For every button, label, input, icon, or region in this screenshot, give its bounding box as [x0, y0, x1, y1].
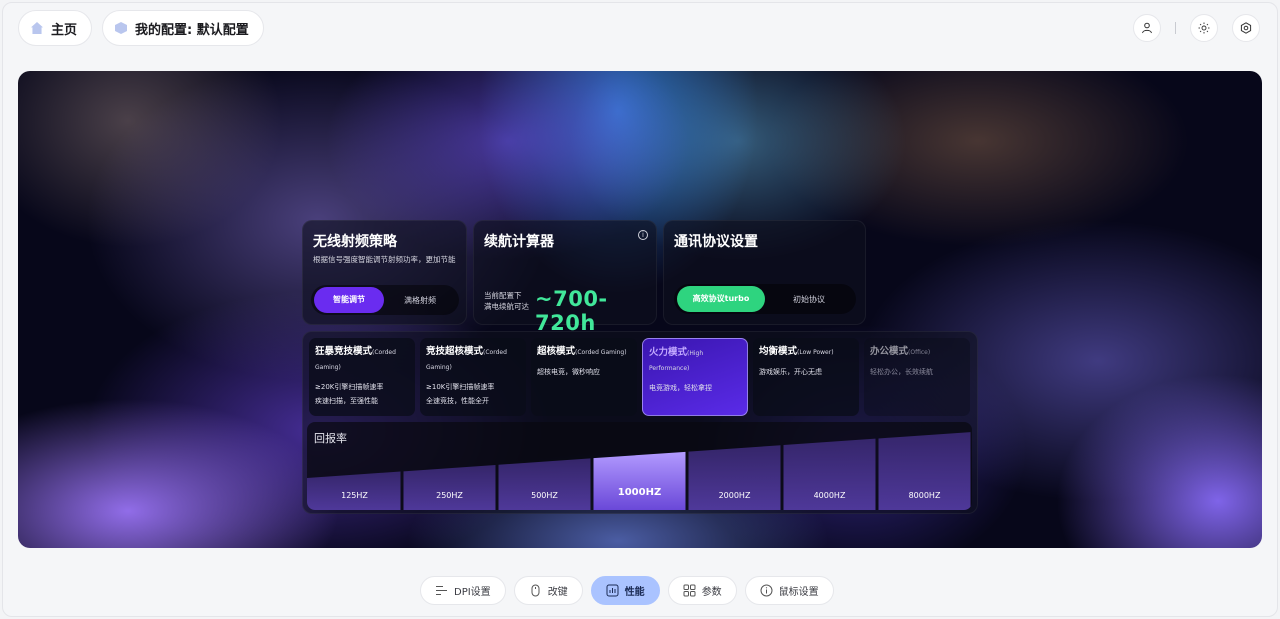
mode-title: 火力模式(High Performance) [649, 347, 704, 372]
protocol-panel: 通讯协议设置 高效协议turbo 初始协议 [663, 220, 866, 325]
rf-option-smart[interactable]: 智能调节 [314, 287, 384, 313]
battery-caption-line2: 满电续航可达 [484, 302, 529, 311]
nav-dpi[interactable]: DPI设置 [420, 576, 506, 605]
rate-option-8000[interactable]: 8000HZ [877, 491, 972, 500]
sun-icon [1198, 22, 1210, 34]
nav-keymap-label: 改键 [547, 587, 568, 598]
mode-card-balanced[interactable]: 均衡模式(Low Power) 游戏娱乐，开心无虑 [753, 338, 859, 416]
report-rate-panel: 回报率 125HZ 250HZ 500HZ 1000HZ 2000HZ 4000… [307, 422, 972, 510]
divider [1175, 22, 1176, 34]
rate-segment[interactable] [498, 458, 591, 510]
battery-calculator-panel: 续航计算器 i 当前配置下 满电续航可达 ~700-720h [473, 220, 657, 335]
mode-desc: 游戏娱乐，开心无虑 [759, 368, 822, 376]
home-icon [31, 22, 43, 34]
bottom-nav: DPI设置 改键 性能 参数 鼠标设置 [420, 576, 834, 605]
rate-segment[interactable] [403, 464, 496, 510]
mode-card-frenzy[interactable]: 狂暴竞技模式(Corded Gaming) ≥20K引擎扫描帧速率 疾速扫描，至强… [309, 338, 415, 416]
mode-desc: 超核电竞，微秒响应 [537, 368, 600, 376]
mode-desc: ≥20K引擎扫描帧速率 疾速扫描，至强性能 [315, 383, 384, 405]
rate-option-500[interactable]: 500HZ [497, 491, 592, 500]
mode-card-office[interactable]: 办公模式(Office) 轻松办公，长效续航 [864, 338, 970, 416]
mode-title: 均衡模式(Low Power) [759, 346, 834, 357]
protocol-option-turbo[interactable]: 高效协议turbo [677, 286, 765, 312]
rf-strategy-desc: 根据信号强度智能调节射频功率，更加节能 [313, 255, 456, 264]
rate-segment[interactable] [688, 445, 781, 510]
mouse-icon [531, 584, 540, 597]
rate-option-1000[interactable]: 1000HZ [592, 487, 687, 498]
battery-caption-line1: 当前配置下 [484, 291, 522, 300]
mode-desc: ≥10K引擎扫描帧速率 全速竞技，性能全开 [426, 383, 495, 405]
home-button[interactable]: 主页 [18, 10, 93, 46]
mode-card-competitive[interactable]: 竞技超核模式(Corded Gaming) ≥10K引擎扫描帧速率 全速竞技，性能… [420, 338, 526, 416]
nav-performance[interactable]: 性能 [590, 576, 660, 605]
mode-title: 竞技超核模式(Corded Gaming) [426, 346, 507, 371]
user-icon [1142, 22, 1152, 34]
rf-option-full[interactable]: 满格射频 [384, 295, 456, 306]
rate-option-2000[interactable]: 2000HZ [687, 491, 782, 500]
protocol-toggle: 高效协议turbo 初始协议 [674, 284, 856, 314]
rf-strategy-panel: 无线射频策略 根据信号强度智能调节射频功率，更加节能 智能调节 满格射频 [302, 220, 467, 325]
info-circle-icon [760, 584, 773, 597]
config-label: 我的配置: 默认配置 [135, 22, 249, 38]
nav-params[interactable]: 参数 [667, 576, 737, 605]
theme-button[interactable] [1190, 14, 1218, 42]
top-right-actions [1133, 14, 1260, 42]
rf-strategy-toggle: 智能调节 满格射频 [311, 285, 459, 315]
nav-mouse-settings-label: 鼠标设置 [778, 587, 819, 598]
rf-strategy-title: 无线射频策略 [313, 234, 397, 250]
config-button[interactable]: 我的配置: 默认配置 [102, 10, 264, 46]
settings-icon [1240, 22, 1252, 34]
nav-performance-label: 性能 [624, 587, 645, 598]
top-bar: 主页 我的配置: 默认配置 [18, 10, 264, 46]
battery-calculator-caption: 当前配置下 满电续航可达 [484, 290, 529, 312]
protocol-option-default[interactable]: 初始协议 [765, 294, 853, 305]
performance-hero: 无线射频策略 根据信号强度智能调节射频功率，更加节能 智能调节 满格射频 续航计… [18, 71, 1262, 548]
nav-keymap[interactable]: 改键 [513, 576, 583, 605]
settings-button[interactable] [1232, 14, 1260, 42]
dpi-icon [436, 586, 447, 595]
mode-card-ultra[interactable]: 超核模式(Corded Gaming) 超核电竞，微秒响应 [531, 338, 637, 416]
mode-card-firepower[interactable]: 火力模式(High Performance) 电竞游戏，轻松拿捏 [642, 338, 748, 416]
rate-option-125[interactable]: 125HZ [307, 491, 402, 500]
mode-title: 超核模式(Corded Gaming) [537, 346, 627, 357]
rate-option-250[interactable]: 250HZ [402, 491, 497, 500]
mode-desc: 电竞游戏，轻松拿捏 [649, 384, 712, 392]
grid-icon [683, 584, 696, 597]
performance-icon [606, 584, 619, 597]
report-rate-title: 回报率 [314, 432, 347, 445]
modes-panel: 狂暴竞技模式(Corded Gaming) ≥20K引擎扫描帧速率 疾速扫描，至强… [302, 331, 978, 514]
protocol-title: 通讯协议设置 [674, 234, 758, 250]
rate-segment[interactable] [593, 451, 686, 510]
nav-dpi-label: DPI设置 [454, 587, 491, 598]
home-label: 主页 [51, 22, 78, 38]
info-icon[interactable]: i [638, 230, 648, 240]
rate-option-4000[interactable]: 4000HZ [782, 491, 877, 500]
battery-estimate-value: ~700-720h [535, 287, 608, 335]
battery-calculator-title: 续航计算器 [484, 234, 554, 250]
mode-desc: 轻松办公，长效续航 [870, 368, 933, 376]
mode-title: 狂暴竞技模式(Corded Gaming) [315, 346, 396, 371]
nav-params-label: 参数 [701, 587, 722, 598]
cube-icon [115, 22, 128, 34]
nav-mouse-settings[interactable]: 鼠标设置 [744, 576, 834, 605]
user-button[interactable] [1133, 14, 1161, 42]
mode-title: 办公模式(Office) [870, 346, 931, 357]
